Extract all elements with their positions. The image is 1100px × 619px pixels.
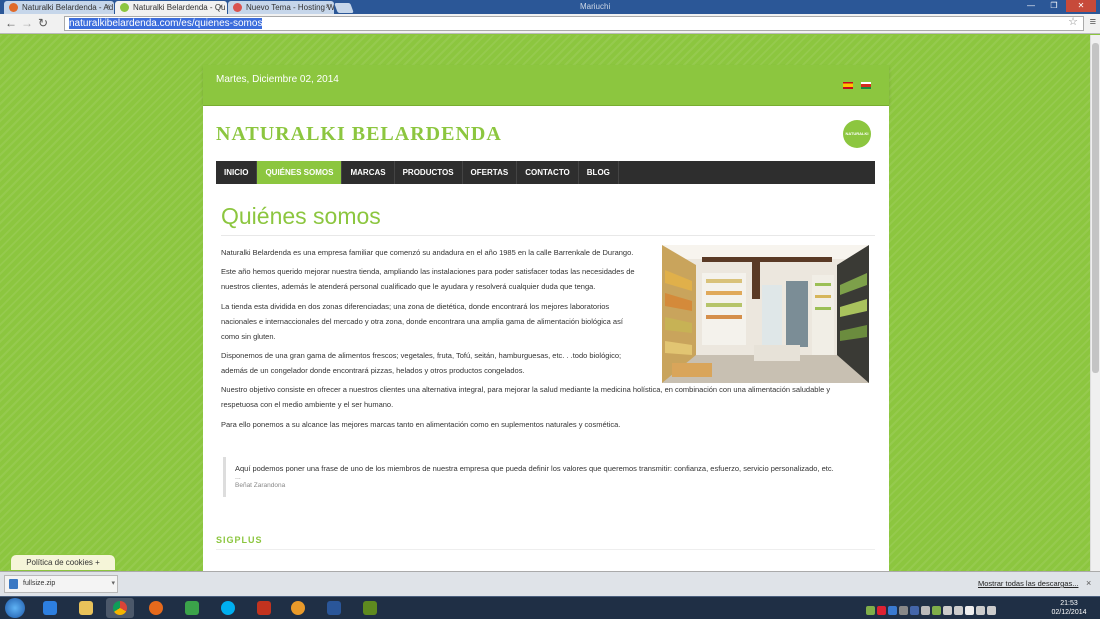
header-date: Martes, Diciembre 02, 2014 — [216, 74, 339, 85]
hosting-favicon-icon — [233, 3, 242, 12]
site-body: NATURALKI BELARDENDA NATURALKI INICIO QU… — [203, 106, 889, 571]
paragraph-line: nuestros clientes, además le atenderá pe… — [221, 282, 596, 291]
paragraph-line: La tienda esta dividida en dos zonas dif… — [221, 302, 610, 311]
basque-flag-icon[interactable] — [861, 82, 871, 89]
tab-label: Naturalki Belardenda - Qu — [133, 3, 226, 12]
tab-nuevo-tema[interactable]: Nuevo Tema - Hosting W × — [228, 1, 334, 14]
tab-quienes-somos[interactable]: Naturalki Belardenda - Qu × — [115, 1, 227, 14]
tab-label: Naturalki Belardenda - Ad — [22, 3, 114, 12]
system-tray[interactable] — [866, 602, 1016, 615]
filezilla-icon[interactable] — [250, 598, 278, 618]
minimize-icon[interactable]: — — [1020, 0, 1042, 12]
paragraph-line: además de un congelador donde encontrará… — [221, 366, 525, 375]
show-all-downloads-link[interactable]: Mostrar todas las descargas... — [978, 579, 1078, 588]
close-tab-icon[interactable]: × — [105, 2, 110, 11]
site-logo[interactable]: NATURALKI BELARDENDA — [216, 123, 502, 146]
close-downloads-icon[interactable]: × — [1086, 578, 1091, 588]
clock-time: 21:53 — [1060, 600, 1078, 607]
browser-toolbar: ← → ↻ naturalkibelardenda.com/es/quienes… — [0, 14, 1100, 34]
close-window-icon[interactable]: ✕ — [1066, 0, 1096, 12]
paragraph-line: nacionales e internaccionales del mercad… — [221, 317, 623, 326]
address-bar[interactable]: naturalkibelardenda.com/es/quienes-somos — [64, 16, 1084, 31]
section-heading: SIGPLUS — [216, 535, 263, 545]
reload-icon[interactable]: ↻ — [36, 16, 50, 30]
firefox-icon[interactable] — [142, 598, 170, 618]
windows-taskbar: 21:53 02/12/2014 — [0, 596, 1100, 619]
url-text: naturalkibelardenda.com/es/quienes-somos — [69, 18, 263, 29]
windows-start-icon[interactable] — [5, 598, 25, 618]
close-tab-icon[interactable]: × — [218, 2, 223, 11]
nav-productos[interactable]: PRODUCTOS — [395, 161, 463, 184]
download-item[interactable]: fullsize.zip ▾ — [4, 575, 118, 593]
quote-author: Beñat Zarandona — [235, 482, 286, 489]
site-favicon-icon — [120, 3, 129, 12]
nav-blog[interactable]: BLOG — [579, 161, 619, 184]
network-app-icon[interactable] — [178, 598, 206, 618]
chrome-icon[interactable] — [106, 598, 134, 618]
skype-icon[interactable] — [214, 598, 242, 618]
spanish-flag-icon[interactable] — [843, 82, 853, 89]
menu-icon[interactable]: ≡ — [1090, 16, 1096, 28]
new-tab-button[interactable] — [334, 3, 354, 13]
bookmark-star-icon[interactable]: ☆ — [1068, 15, 1078, 28]
cookie-policy-tab[interactable]: Política de cookies + — [10, 554, 116, 571]
quote-text: Aquí podemos poner una frase de uno de l… — [235, 464, 834, 473]
downloads-bar: fullsize.zip ▾ Mostrar todas las descarg… — [0, 571, 1100, 596]
page-viewport: Martes, Diciembre 02, 2014 NATURALKI BEL… — [0, 35, 1090, 571]
intro-paragraph: Naturalki Belardenda es una empresa fami… — [221, 248, 634, 257]
paragraph-line: Nuestro objetivo consiste en ofrecer a n… — [221, 385, 831, 394]
tab-label: Nuevo Tema - Hosting W — [246, 3, 334, 12]
profile-name[interactable]: Mariuchi — [580, 2, 610, 11]
word-icon[interactable] — [320, 598, 348, 618]
dreamweaver-icon[interactable] — [356, 598, 384, 618]
explorer-icon[interactable] — [72, 598, 100, 618]
taskbar-clock[interactable]: 21:53 02/12/2014 — [1050, 599, 1088, 617]
paragraph-line: respetuosa con el medio ambiente y el se… — [221, 400, 394, 409]
nav-ofertas[interactable]: OFERTAS — [463, 161, 518, 184]
paragraph-line: como sin gluten. — [221, 332, 276, 341]
main-nav: INICIO QUIÉNES SOMOS MARCAS PRODUCTOS OF… — [216, 161, 875, 184]
page-scrollbar[interactable] — [1090, 35, 1100, 571]
paragraph-line: Disponemos de una gran gama de alimentos… — [221, 351, 622, 360]
paragraph-line: Este año hemos querido mejorar nuestra t… — [221, 267, 635, 276]
media-player-icon[interactable] — [284, 598, 312, 618]
store-interior-photo — [662, 245, 869, 383]
browser-tab-strip: Naturalki Belardenda - Ad × Naturalki Be… — [0, 0, 1100, 14]
joomla-favicon-icon — [9, 3, 18, 12]
zip-file-icon — [9, 579, 18, 589]
nav-inicio[interactable]: INICIO — [216, 161, 258, 184]
close-tab-icon[interactable]: × — [325, 2, 330, 11]
chevron-down-icon[interactable]: ▾ — [111, 579, 115, 587]
quote-ellipsis: ... — [235, 474, 241, 481]
nav-quienes-somos[interactable]: QUIÉNES SOMOS — [257, 161, 343, 184]
tab-admin[interactable]: Naturalki Belardenda - Ad × — [4, 1, 114, 14]
page-title: Quiénes somos — [221, 203, 381, 229]
restore-icon[interactable]: ❐ — [1043, 0, 1065, 12]
clock-date: 02/12/2014 — [1051, 609, 1087, 616]
paragraph-line: Para ello ponemos a su alcance las mejor… — [221, 420, 621, 429]
scrollbar-thumb[interactable] — [1092, 43, 1099, 373]
nav-contacto[interactable]: CONTACTO — [517, 161, 579, 184]
back-arrow-icon[interactable]: ← — [4, 16, 18, 30]
nav-marcas[interactable]: MARCAS — [342, 161, 395, 184]
site-header: Martes, Diciembre 02, 2014 — [203, 65, 889, 106]
dropbox-icon[interactable] — [36, 598, 64, 618]
quote-block: Aquí podemos poner una frase de uno de l… — [223, 457, 875, 497]
section-divider — [216, 549, 875, 550]
title-divider — [221, 235, 875, 236]
download-filename: fullsize.zip — [23, 580, 56, 587]
leaf-badge-icon: NATURALKI — [843, 120, 871, 148]
forward-arrow-icon[interactable]: → — [20, 16, 34, 30]
